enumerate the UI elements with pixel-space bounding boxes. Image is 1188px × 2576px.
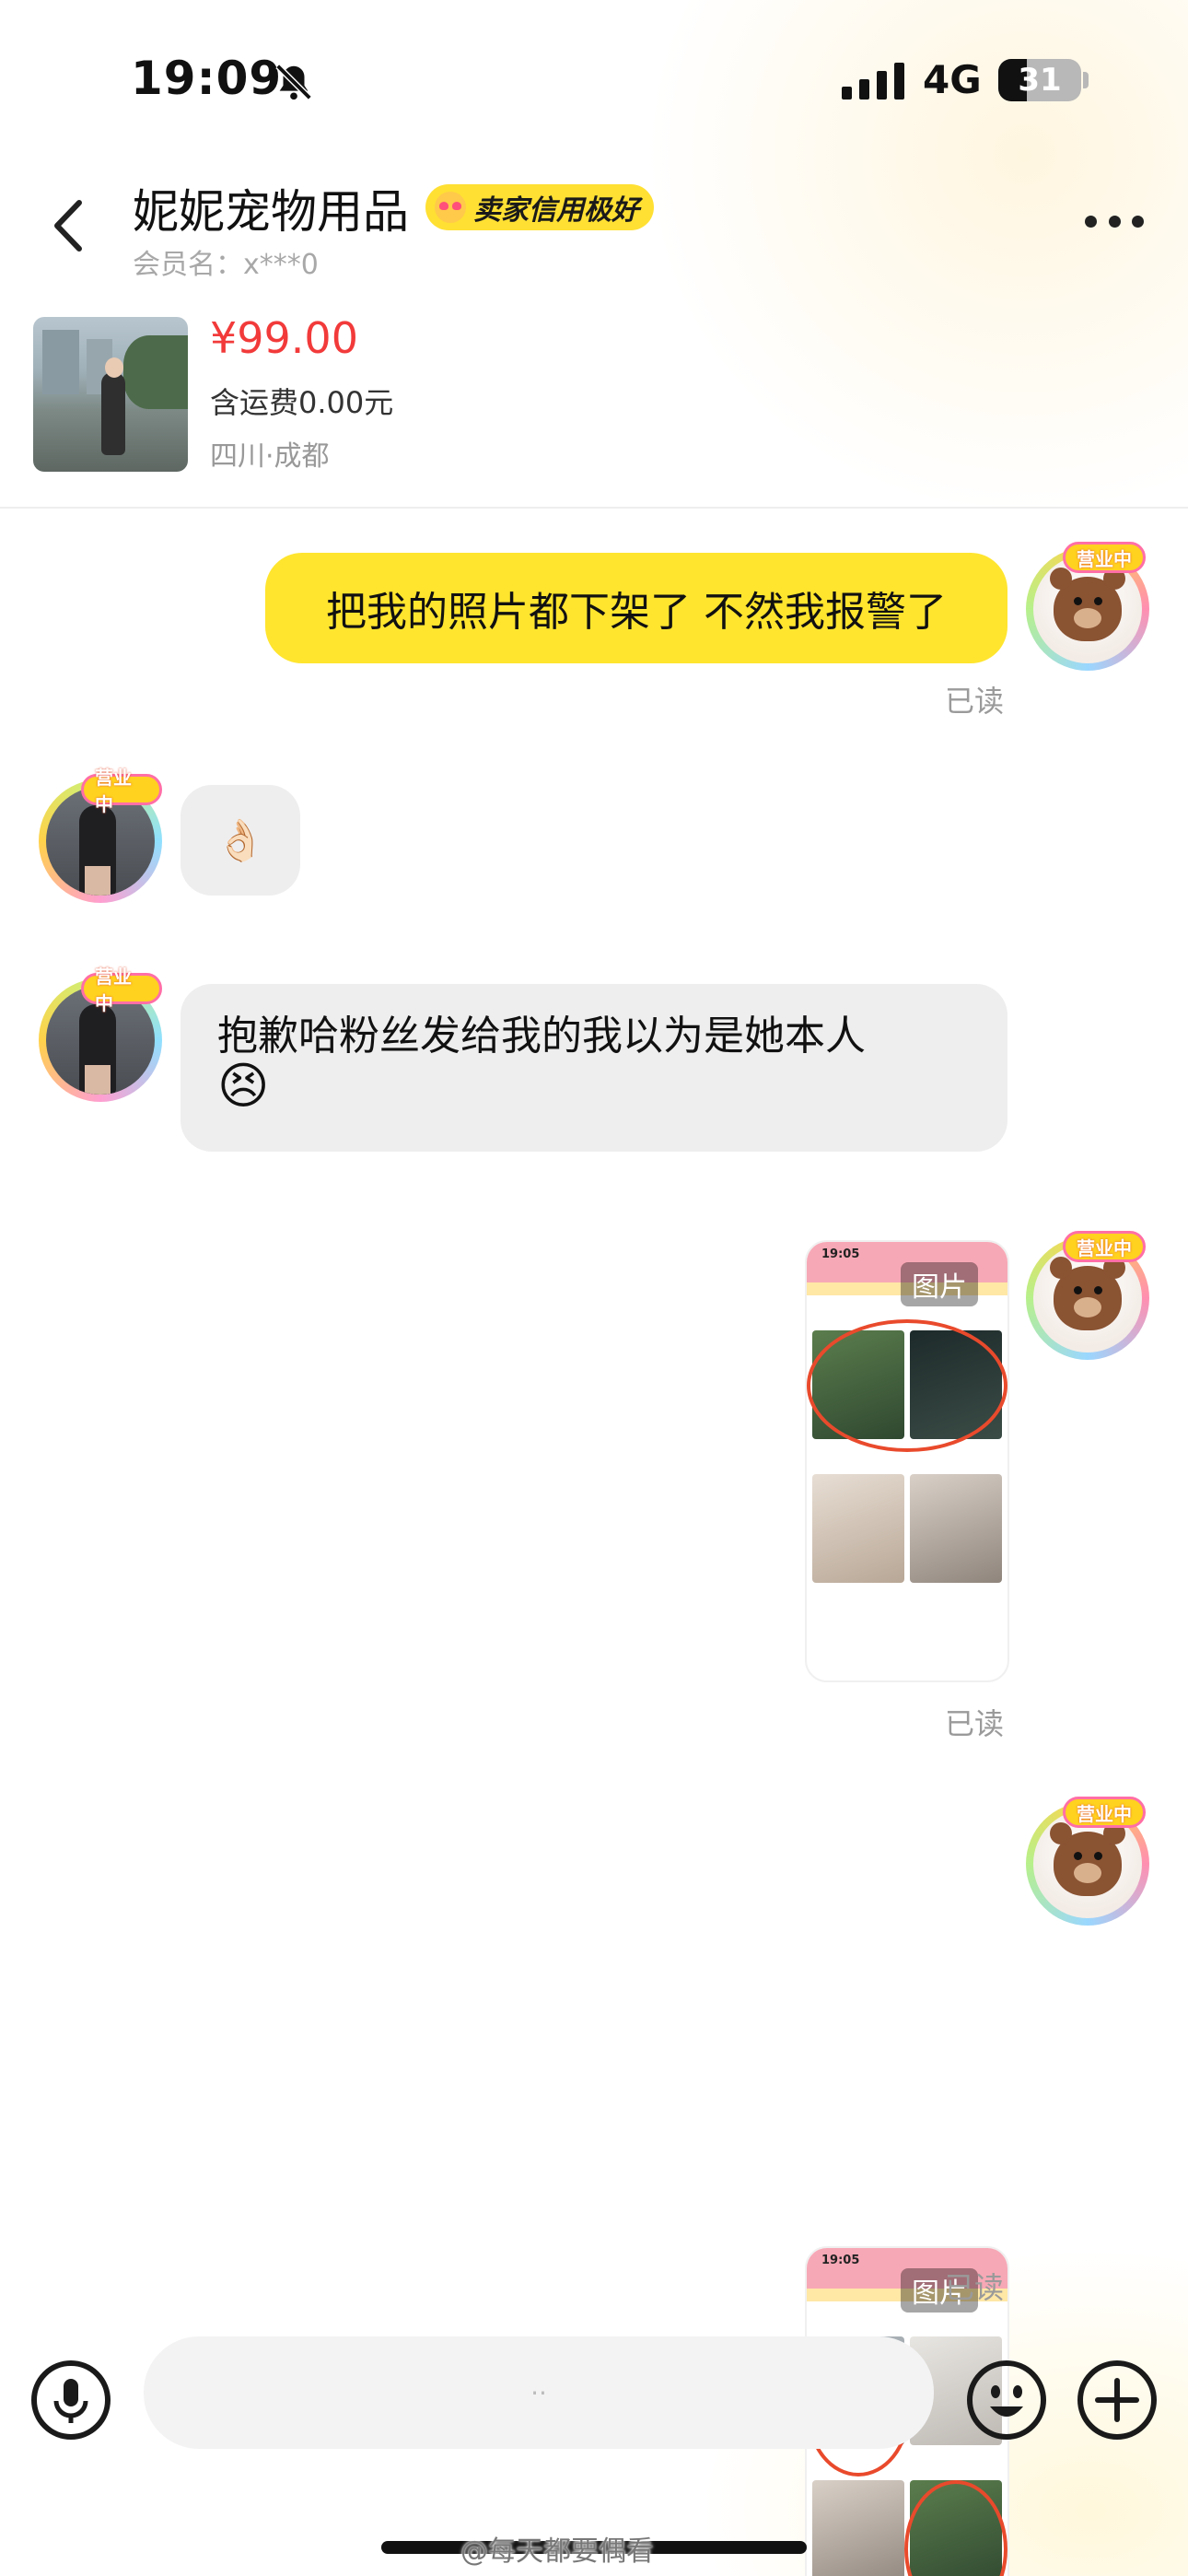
image-label: 图片 (901, 1262, 978, 1306)
divider (0, 507, 1188, 509)
battery-level: 31 (1018, 62, 1062, 99)
my-avatar[interactable]: 营业中 (1026, 542, 1149, 671)
credit-badge[interactable]: 卖家信用极好 (425, 184, 654, 230)
screenshot-time: 19:05 (821, 1247, 860, 1261)
product-price: ¥99.00 (210, 313, 358, 363)
avatar-status-tag: 营业中 (81, 966, 162, 1014)
emoji-icon[interactable] (965, 2359, 1048, 2441)
bell-slash-icon (275, 64, 312, 100)
member-name: 会员名：x***0 (133, 249, 319, 281)
screenshot-time: 19:05 (821, 2254, 860, 2267)
product-thumbnail[interactable] (33, 317, 188, 472)
read-status: 已读 (945, 684, 1005, 719)
product-location: 四川·成都 (210, 440, 330, 473)
bear-avatar-icon (1050, 568, 1125, 641)
battery-tip (1083, 72, 1089, 88)
avatar-status-tag: 营业中 (1063, 1231, 1146, 1262)
image-message[interactable]: 19:05 图片 (805, 1240, 1009, 1682)
plus-icon[interactable] (1076, 2359, 1159, 2441)
bear-avatar-icon (1050, 1257, 1125, 1330)
emoji-sticker: 😣 (217, 1057, 270, 1115)
shop-name[interactable]: 妮妮宠物用品 (133, 175, 409, 241)
seller-avatar[interactable]: 营业中 (39, 966, 162, 1102)
status-time: 19:09 (131, 52, 283, 105)
voice-icon[interactable] (29, 2359, 112, 2441)
read-status: 已读 (945, 2270, 1005, 2305)
signal-icon (842, 63, 904, 100)
watermark: @每天都要偶看 (460, 2535, 654, 2568)
back-chevron-icon[interactable] (46, 193, 92, 258)
more-dots-icon[interactable] (1085, 214, 1144, 228)
message-bubble-received[interactable]: 抱歉哈粉丝发给我的我以为是她本人 😣 (181, 984, 1007, 1152)
avatar-status-tag: 营业中 (81, 767, 162, 815)
bear-avatar-icon (1050, 1822, 1125, 1896)
credit-badge-label: 卖家信用极好 (473, 194, 639, 227)
my-avatar[interactable]: 营业中 (1026, 1797, 1149, 1926)
avatar-status-tag: 营业中 (1063, 1797, 1146, 1828)
avatar-status-tag: 营业中 (1063, 542, 1146, 573)
message-text: 抱歉哈粉丝发给我的我以为是她本人 (217, 1013, 866, 1060)
product-shipping: 含运费0.00元 (210, 385, 394, 420)
heart-eyes-icon (435, 192, 466, 223)
read-status: 已读 (945, 1706, 1005, 1741)
seller-avatar[interactable]: 营业中 (39, 767, 162, 903)
message-bubble-sent[interactable]: 把我的照片都下架了 不然我报警了 (265, 553, 1007, 663)
message-input[interactable]: ·· (144, 2336, 934, 2449)
my-avatar[interactable]: 营业中 (1026, 1231, 1149, 1360)
battery-icon: 31 (998, 59, 1081, 101)
red-circle-annotation (807, 1319, 1007, 1452)
message-bubble-received[interactable]: 👌🏻 (181, 785, 300, 896)
network-type: 4G (923, 57, 982, 102)
